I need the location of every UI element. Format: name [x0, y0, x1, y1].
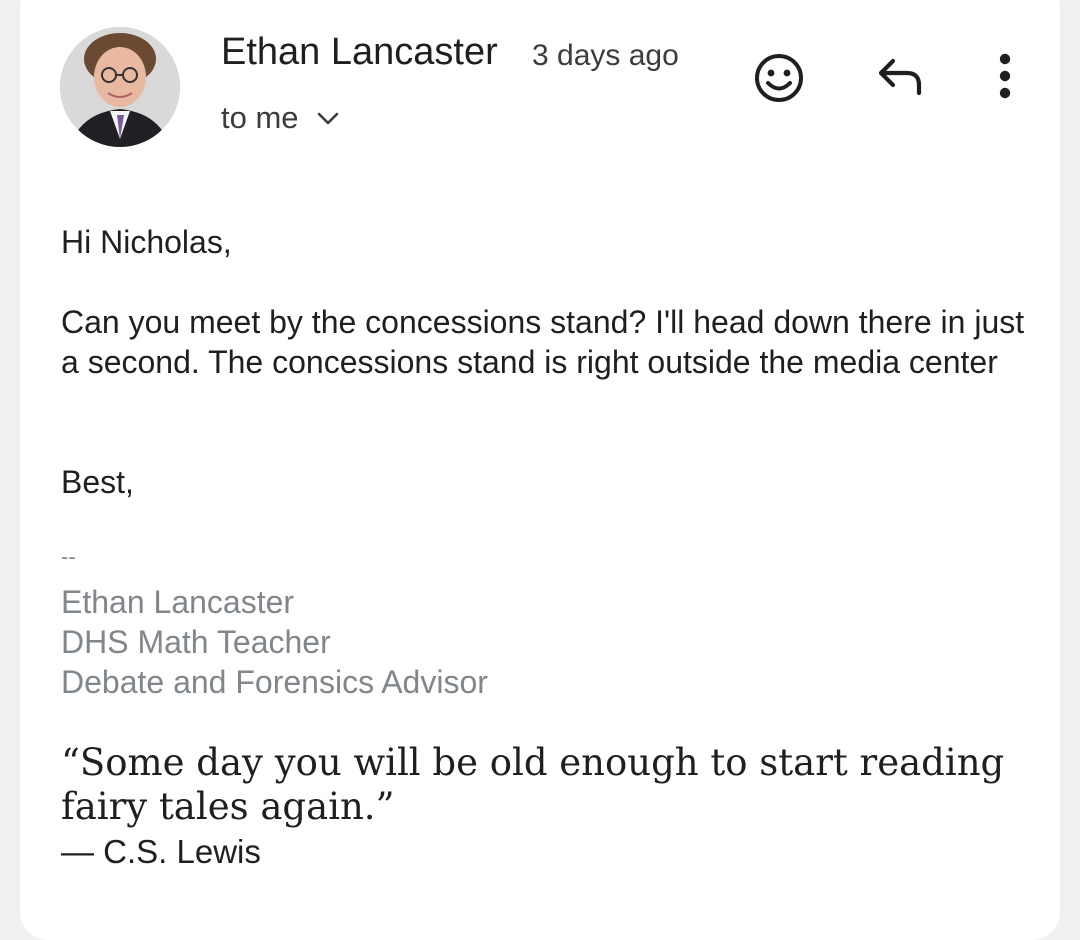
- signature-role: Debate and Forensics Advisor: [61, 664, 488, 700]
- sender-name[interactable]: Ethan Lancaster: [221, 28, 498, 76]
- recipients-toggle[interactable]: to me: [221, 98, 339, 138]
- email-greeting: Hi Nicholas,: [61, 224, 232, 260]
- more-options-button[interactable]: [985, 50, 1025, 106]
- signature-name: Ethan Lancaster: [61, 584, 295, 620]
- email-closing: Best,: [61, 464, 134, 500]
- message-timestamp: 3 days ago: [532, 39, 679, 72]
- add-reaction-button[interactable]: [750, 51, 808, 109]
- smiley-icon: [753, 52, 805, 109]
- reply-button[interactable]: [872, 52, 930, 106]
- reply-arrow-icon: [875, 55, 927, 104]
- signature-quote: “Some day you will be old enough to star…: [61, 741, 1005, 828]
- sender-avatar[interactable]: [60, 27, 180, 147]
- signature-title: DHS Math Teacher: [61, 624, 331, 660]
- recipients-label: to me: [221, 100, 299, 135]
- chevron-down-icon[interactable]: [317, 112, 339, 126]
- quote-author: — C.S. Lewis: [61, 833, 261, 870]
- signature-separator: --: [61, 544, 76, 569]
- more-vertical-icon: [998, 53, 1012, 104]
- email-body-paragraph: Can you meet by the concessions stand? I…: [61, 304, 1025, 380]
